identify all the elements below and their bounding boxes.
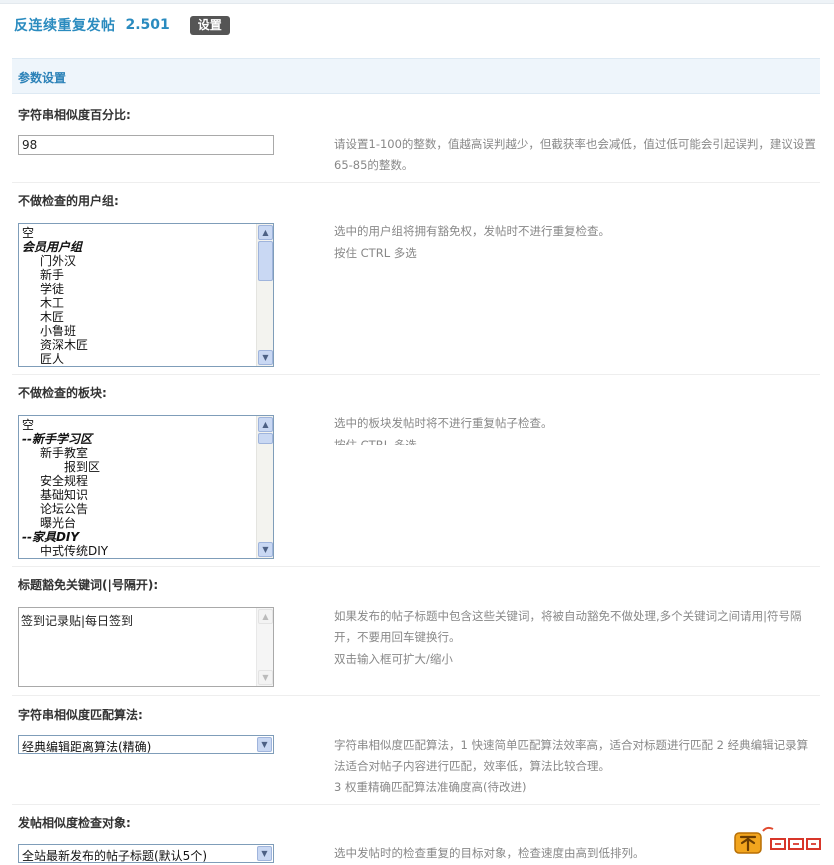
scroll-up-icon[interactable]: ▲ [258, 225, 273, 240]
list-item[interactable]: 报到区 [22, 460, 255, 474]
forums-label: 不做检查的板块: [18, 386, 107, 400]
list-item[interactable]: 匠人 [22, 352, 255, 366]
scroll-down-icon[interactable]: ▼ [258, 542, 273, 557]
list-item[interactable]: 新手 [22, 268, 255, 282]
target-label: 发帖相似度检查对象: [18, 816, 131, 830]
list-item[interactable]: 论坛公告 [22, 502, 255, 516]
divider [12, 182, 820, 183]
keywords-label: 标题豁免关键词(|号隔开): [18, 578, 159, 592]
user-groups-desc: 选中的用户组将拥有豁免权，发帖时不进行重复检查。 [334, 224, 610, 238]
top-border [0, 0, 834, 4]
keywords-textarea[interactable]: 签到记录贴|每日签到 ▲ ▼ [18, 607, 274, 687]
list-item[interactable]: 基础知识 [22, 488, 255, 502]
user-groups-hint: 按住 CTRL 多选 [334, 246, 417, 260]
list-item[interactable]: 曝光台 [22, 516, 255, 530]
target-value: 全站最新发布的帖子标题(默认5个) [22, 849, 207, 863]
plugin-version: 2.501 [125, 17, 170, 33]
list-item[interactable]: 空 [22, 226, 255, 240]
chevron-down-icon[interactable]: ▼ [257, 737, 272, 752]
scrollbar[interactable]: ▲ ▼ [256, 416, 273, 558]
chevron-down-icon[interactable]: ▼ [257, 846, 272, 861]
divider [12, 566, 820, 567]
keywords-hint: 双击输入框可扩大/缩小 [334, 652, 453, 666]
divider [12, 374, 820, 375]
similarity-label: 字符串相似度百分比: [18, 108, 131, 122]
list-item[interactable]: 安全规程 [22, 474, 255, 488]
list-item[interactable]: 木匠 [22, 310, 255, 324]
scroll-thumb[interactable] [258, 433, 273, 444]
keywords-value: 签到记录贴|每日签到 [21, 614, 134, 628]
similarity-desc: 请设置1-100的整数，值越高误判越少，但截获率也会减低，值过低可能会引起误判，… [334, 137, 816, 172]
page-header: 反连续重复发帖 2.501 设置 [14, 14, 230, 36]
similarity-input[interactable] [18, 135, 274, 155]
list-item[interactable]: 木工 [22, 296, 255, 310]
forums-listbox[interactable]: 空 --新手学习区 新手教室 报到区 安全规程 基础知识 论坛公告 曝光台 --… [18, 415, 274, 559]
section-title: 参数设置 [18, 71, 67, 85]
scroll-up-icon[interactable]: ▲ [258, 609, 273, 624]
list-item[interactable]: 小鲁班 [22, 324, 255, 338]
list-item[interactable]: 中式传统DIY [22, 544, 255, 558]
divider [12, 804, 820, 805]
list-item[interactable]: 学徒 [22, 282, 255, 296]
list-group: 会员用户组 [22, 240, 83, 254]
keywords-desc: 如果发布的帖子标题中包含这些关键词，将被自动豁免不做处理,多个关键词之间请用|符… [334, 609, 802, 644]
forums-desc: 选中的板块发帖时将不进行重复帖子检查。 [334, 416, 553, 430]
list-item[interactable]: 资深木匠 [22, 338, 255, 352]
scrollbar[interactable]: ▲ ▼ [256, 608, 273, 686]
divider [12, 695, 820, 696]
user-groups-label: 不做检查的用户组: [18, 194, 119, 208]
plugin-title: 反连续重复发帖 [14, 18, 116, 34]
list-item[interactable]: 门外汉 [22, 254, 255, 268]
scroll-thumb[interactable] [258, 241, 273, 281]
algorithm-note: 3 权重精确匹配算法准确度高(待改进) [334, 780, 527, 794]
list-group: --家具DIY [22, 530, 80, 544]
user-groups-listbox[interactable]: 空 会员用户组 门外汉 新手 学徒 木工 木匠 小鲁班 资深木匠 匠人 ▲ ▼ [18, 223, 274, 367]
section-header: 参数设置 [12, 58, 820, 94]
forums-hint: 按住 CTRL 多选 [334, 438, 417, 445]
scroll-down-icon[interactable]: ▼ [258, 350, 273, 365]
scrollbar[interactable]: ▲ ▼ [256, 224, 273, 366]
scroll-down-icon[interactable]: ▼ [258, 670, 273, 685]
list-item[interactable]: 新手教室 [22, 446, 255, 460]
target-select[interactable]: 全站最新发布的帖子标题(默认5个) ▼ [18, 844, 274, 863]
algorithm-value: 经典编辑距离算法(精确) [22, 740, 152, 754]
algorithm-label: 字符串相似度匹配算法: [18, 708, 143, 722]
algorithm-select[interactable]: 经典编辑距离算法(精确) ▼ [18, 735, 274, 754]
site-logo [734, 826, 823, 854]
algorithm-desc: 字符串相似度匹配算法，1 快速简单匹配算法效率高，适合对标题进行匹配 2 经典编… [334, 738, 809, 773]
scroll-up-icon[interactable]: ▲ [258, 417, 273, 432]
list-group: --新手学习区 [22, 432, 92, 446]
list-item[interactable]: 空 [22, 418, 255, 432]
settings-button[interactable]: 设置 [189, 15, 230, 35]
